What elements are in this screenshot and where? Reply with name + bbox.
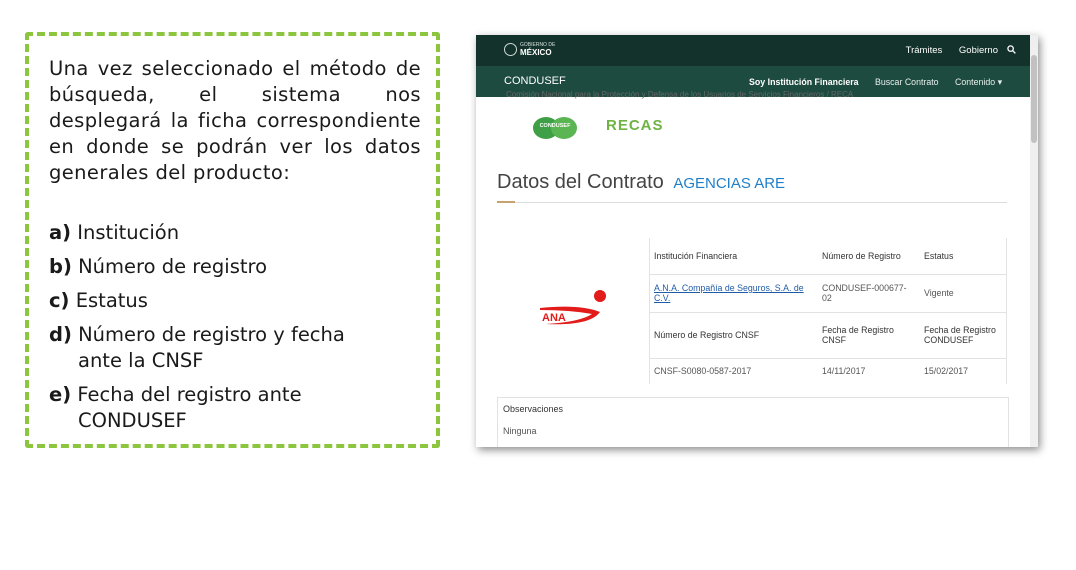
divider bbox=[497, 202, 1007, 203]
observations-box: Observaciones Ninguna bbox=[497, 397, 1009, 447]
divider-accent bbox=[497, 201, 515, 203]
gob-mx-logo[interactable]: GOBIERNO DE MÉXICO bbox=[504, 42, 564, 58]
nav-buscar-contrato[interactable]: Buscar Contrato bbox=[875, 77, 939, 87]
scrollbar[interactable] bbox=[1030, 35, 1038, 447]
list-item: e) Fecha del registro ante CONDUSEF bbox=[49, 383, 302, 432]
search-icon[interactable] bbox=[1007, 45, 1016, 54]
table-row: Número de Registro CNSF Fecha de Registr… bbox=[649, 311, 1007, 358]
scrollbar-thumb[interactable] bbox=[1031, 55, 1037, 143]
table-row: A.N.A. Compañía de Seguros, S.A. de C.V.… bbox=[649, 273, 1007, 312]
nav-tramites[interactable]: Trámites bbox=[906, 45, 943, 56]
agency-name: AGENCIAS ARE bbox=[673, 175, 786, 192]
table-row: CNSF-S0080-0587-2017 14/11/2017 15/02/20… bbox=[649, 357, 1007, 384]
observations-label: Observaciones bbox=[503, 404, 564, 414]
browser-screenshot: GOBIERNO DE MÉXICO Trámites Gobierno CON… bbox=[476, 35, 1038, 447]
reca-logo: RECAS bbox=[606, 117, 664, 134]
instruction-list: a) Institución b) Número de registro c) … bbox=[49, 220, 419, 442]
instruction-panel: Una vez seleccionado el método de búsque… bbox=[25, 32, 440, 448]
gob-nav: Trámites Gobierno bbox=[892, 45, 998, 56]
emblem-icon bbox=[504, 43, 517, 56]
ana-logo: ANA bbox=[540, 290, 610, 332]
list-item: b) Número de registro bbox=[49, 255, 268, 278]
list-item: a) Institución bbox=[49, 221, 180, 244]
institution-link[interactable]: A.N.A. Compañía de Seguros, S.A. de C.V. bbox=[654, 283, 804, 303]
nav-contenido[interactable]: Contenido ▾ bbox=[955, 77, 1002, 87]
condusef-nav: Soy Institución Financiera Buscar Contra… bbox=[735, 77, 1002, 88]
gob-header: GOBIERNO DE MÉXICO Trámites Gobierno bbox=[476, 35, 1030, 66]
table-row: Institución Financiera Número de Registr… bbox=[654, 250, 954, 261]
ana-swoosh-icon: ANA bbox=[540, 306, 600, 325]
section-title: Datos del Contrato AGENCIAS ARE bbox=[497, 171, 786, 193]
contract-table: Institución Financiera Número de Registr… bbox=[649, 238, 1007, 384]
nav-gobierno[interactable]: Gobierno bbox=[959, 45, 998, 56]
scrolled-caption: Comisión Nacional para la Protección y D… bbox=[506, 90, 854, 99]
list-item: d) Número de registro y fecha ante la CNS… bbox=[49, 323, 345, 372]
condusef-logo: CONDUSEF bbox=[533, 115, 577, 139]
instruction-paragraph: Una vez seleccionado el método de búsque… bbox=[49, 57, 421, 184]
observations-value: Ninguna bbox=[503, 426, 537, 436]
list-item: c) Estatus bbox=[49, 289, 148, 312]
nav-soy-institucion[interactable]: Soy Institución Financiera bbox=[749, 77, 859, 87]
condusef-brand[interactable]: CONDUSEF bbox=[504, 75, 566, 87]
svg-text:ANA: ANA bbox=[542, 312, 566, 324]
